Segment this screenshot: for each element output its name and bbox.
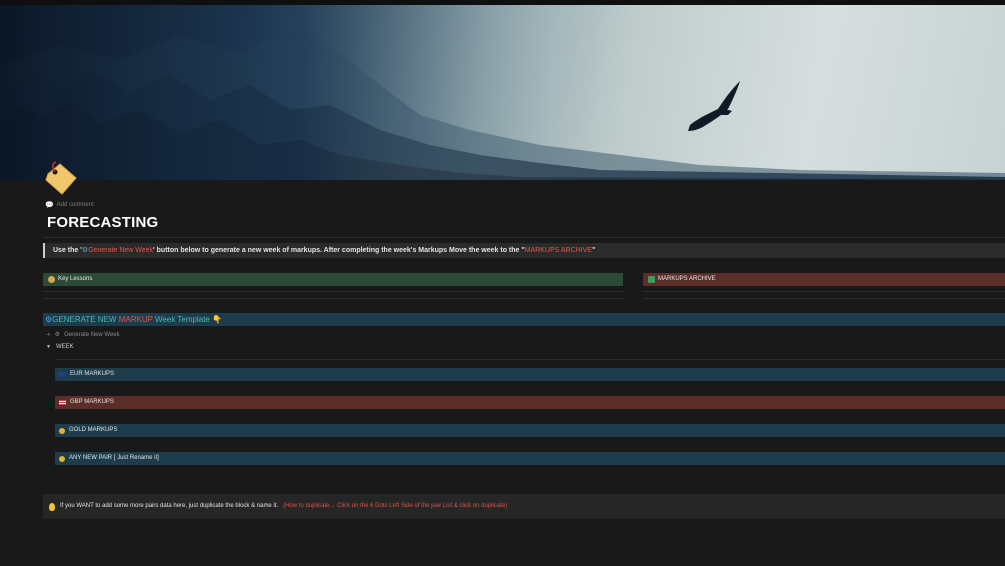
archive-icon [648, 276, 655, 283]
toggle-triangle-icon[interactable]: ▼ [46, 344, 51, 350]
generate-new-week-button[interactable]: + ⚙ Generate New Week [46, 330, 120, 339]
uk-flag-icon [59, 400, 66, 405]
generate-template-heading: ⚙GENERATE NEW MARKUP Week Template 👇 [43, 313, 1005, 326]
markups-archive-label: MARKUPS ARCHIVE [658, 276, 716, 282]
plus-icon: + [46, 330, 51, 339]
gear-icon: ⚙ [54, 332, 61, 338]
duplicate-tip-callout: If you WANT to add some more pairs data … [43, 494, 1005, 519]
brain-icon [48, 276, 55, 283]
new-pair-markups-link[interactable]: ANY NEW PAIR [ Just Rename it] [55, 452, 1005, 465]
eu-flag-icon [59, 372, 66, 377]
gold-markups-label: GOLD MARKUPS [69, 427, 118, 433]
cover-image[interactable] [0, 5, 1005, 180]
price-tag-icon[interactable] [42, 160, 80, 198]
heading-part-3: Week Template [152, 315, 213, 324]
cover-landscape [0, 5, 1005, 180]
eur-markups-label: EUR MARKUPS [70, 371, 115, 377]
divider [643, 298, 1005, 299]
divider [43, 298, 623, 299]
eur-markups-link[interactable]: EUR MARKUPS [55, 368, 1005, 381]
key-lessons-link[interactable]: Key Lessons [43, 273, 623, 286]
page-title[interactable]: FORECASTING [47, 214, 158, 231]
archive-reference: MARKUPS ARCHIVE [524, 247, 592, 254]
gold-markups-link[interactable]: GOLD MARKUPS [55, 424, 1005, 437]
week-toggle[interactable]: ▼ WEEK [46, 344, 74, 350]
generate-new-week-label: Generate New Week [64, 331, 120, 338]
week-toggle-label: WEEK [55, 344, 74, 350]
gold-coin-icon [59, 427, 65, 434]
generate-button-reference: Generate New Week [88, 247, 154, 254]
gbp-markups-label: GBP MARKUPS [70, 399, 114, 405]
light-bulb-icon [49, 502, 55, 511]
add-comment-label: Add comment [56, 202, 94, 208]
markups-archive-link[interactable]: MARKUPS ARCHIVE [643, 273, 1005, 286]
title-divider [43, 237, 1005, 238]
divider [643, 291, 1005, 292]
callout-suffix: " [591, 247, 596, 254]
heading-part-1: GENERATE NEW [52, 315, 119, 324]
divider [43, 291, 623, 292]
tip-hint: (How to duplicate→ Click on the 6 Dots L… [283, 503, 508, 509]
callout-middle: ' button below to generate a new week of… [153, 247, 525, 254]
comment-icon: 💬 [45, 202, 54, 209]
gbp-markups-link[interactable]: GBP MARKUPS [55, 396, 1005, 409]
tip-text: If you WANT to add some more pairs data … [60, 503, 279, 509]
callout-prefix: Use the ' [53, 247, 82, 254]
key-lessons-label: Key Lessons [58, 276, 93, 282]
divider [55, 359, 1005, 360]
new-pair-label: ANY NEW PAIR [ Just Rename it] [69, 455, 159, 461]
instructions-callout: Use the '⚙Generate New Week' button belo… [43, 243, 1005, 258]
add-comment-button[interactable]: 💬 Add comment [45, 201, 94, 209]
gold-coin-icon [59, 455, 65, 462]
pointing-down-icon: 👇 [212, 315, 223, 324]
heading-part-2: MARKUP [118, 315, 153, 324]
